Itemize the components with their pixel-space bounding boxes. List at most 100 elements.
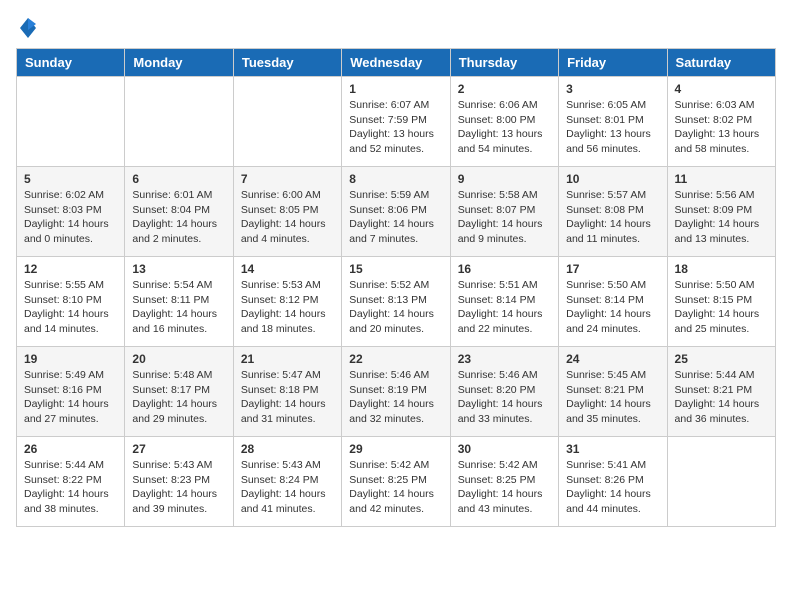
calendar-cell: 8 Sunrise: 5:59 AMSunset: 8:06 PMDaylight…	[342, 167, 450, 257]
logo-icon	[18, 16, 38, 40]
day-number: 25	[675, 352, 768, 366]
calendar-cell: 17Sunrise: 5:50 AMSunset: 8:14 PMDayligh…	[559, 257, 667, 347]
day-number: 6	[132, 172, 225, 186]
day-number: 26	[24, 442, 117, 456]
page-header	[16, 16, 776, 40]
day-info: Sunrise: 5:41 AMSunset: 8:26 PMDaylight:…	[566, 458, 659, 517]
calendar-cell: 20Sunrise: 5:48 AMSunset: 8:17 PMDayligh…	[125, 347, 233, 437]
day-info: Sunrise: 6:06 AMSunset: 8:00 PMDaylight:…	[458, 98, 551, 157]
col-header-tuesday: Tuesday	[233, 49, 341, 77]
calendar-week-row: 12 Sunrise: 5:55 AMSunset: 8:10 PMDayligh…	[17, 257, 776, 347]
calendar-week-row: 26 Sunrise: 5:44 AMSunset: 8:22 PMDayligh…	[17, 437, 776, 527]
calendar-cell: 4 Sunrise: 6:03 AMSunset: 8:02 PMDaylight…	[667, 77, 775, 167]
day-number: 10	[566, 172, 659, 186]
calendar-cell: 29Sunrise: 5:42 AMSunset: 8:25 PMDayligh…	[342, 437, 450, 527]
day-number: 12	[24, 262, 117, 276]
logo	[16, 16, 38, 40]
day-number: 1	[349, 82, 442, 96]
calendar-cell	[667, 437, 775, 527]
calendar-cell: 10Sunrise: 5:57 AMSunset: 8:08 PMDayligh…	[559, 167, 667, 257]
day-number: 2	[458, 82, 551, 96]
calendar-cell: 6 Sunrise: 6:01 AMSunset: 8:04 PMDaylight…	[125, 167, 233, 257]
calendar-cell: 2 Sunrise: 6:06 AMSunset: 8:00 PMDaylight…	[450, 77, 558, 167]
day-number: 28	[241, 442, 334, 456]
day-number: 21	[241, 352, 334, 366]
calendar-cell: 31Sunrise: 5:41 AMSunset: 8:26 PMDayligh…	[559, 437, 667, 527]
day-number: 16	[458, 262, 551, 276]
col-header-sunday: Sunday	[17, 49, 125, 77]
day-number: 4	[675, 82, 768, 96]
day-info: Sunrise: 5:56 AMSunset: 8:09 PMDaylight:…	[675, 188, 768, 247]
day-number: 8	[349, 172, 442, 186]
calendar-cell: 15 Sunrise: 5:52 AMSunset: 8:13 PMDayligh…	[342, 257, 450, 347]
calendar-cell: 5 Sunrise: 6:02 AMSunset: 8:03 PMDaylight…	[17, 167, 125, 257]
day-info: Sunrise: 5:42 AMSunset: 8:25 PMDaylight:…	[458, 458, 551, 517]
calendar-cell: 23 Sunrise: 5:46 AMSunset: 8:20 PMDayligh…	[450, 347, 558, 437]
col-header-thursday: Thursday	[450, 49, 558, 77]
calendar-week-row: 5 Sunrise: 6:02 AMSunset: 8:03 PMDaylight…	[17, 167, 776, 257]
day-number: 13	[132, 262, 225, 276]
day-number: 11	[675, 172, 768, 186]
calendar-cell: 28 Sunrise: 5:43 AMSunset: 8:24 PMDayligh…	[233, 437, 341, 527]
calendar-cell: 14Sunrise: 5:53 AMSunset: 8:12 PMDayligh…	[233, 257, 341, 347]
day-info: Sunrise: 5:43 AMSunset: 8:23 PMDaylight:…	[132, 458, 225, 517]
day-info: Sunrise: 5:58 AMSunset: 8:07 PMDaylight:…	[458, 188, 551, 247]
day-number: 7	[241, 172, 334, 186]
calendar-cell: 27 Sunrise: 5:43 AMSunset: 8:23 PMDayligh…	[125, 437, 233, 527]
day-number: 18	[675, 262, 768, 276]
day-number: 27	[132, 442, 225, 456]
day-number: 19	[24, 352, 117, 366]
day-number: 5	[24, 172, 117, 186]
day-number: 17	[566, 262, 659, 276]
day-info: Sunrise: 5:42 AMSunset: 8:25 PMDaylight:…	[349, 458, 442, 517]
calendar-cell: 9 Sunrise: 5:58 AMSunset: 8:07 PMDaylight…	[450, 167, 558, 257]
day-info: Sunrise: 5:46 AMSunset: 8:20 PMDaylight:…	[458, 368, 551, 427]
col-header-saturday: Saturday	[667, 49, 775, 77]
day-info: Sunrise: 6:05 AMSunset: 8:01 PMDaylight:…	[566, 98, 659, 157]
calendar-cell: 21Sunrise: 5:47 AMSunset: 8:18 PMDayligh…	[233, 347, 341, 437]
calendar-cell	[125, 77, 233, 167]
day-info: Sunrise: 5:55 AMSunset: 8:10 PMDaylight:…	[24, 278, 117, 337]
day-info: Sunrise: 5:52 AMSunset: 8:13 PMDaylight:…	[349, 278, 442, 337]
day-number: 22	[349, 352, 442, 366]
day-info: Sunrise: 5:49 AMSunset: 8:16 PMDaylight:…	[24, 368, 117, 427]
day-info: Sunrise: 6:07 AMSunset: 7:59 PMDaylight:…	[349, 98, 442, 157]
calendar-cell: 3 Sunrise: 6:05 AMSunset: 8:01 PMDaylight…	[559, 77, 667, 167]
calendar-cell	[233, 77, 341, 167]
day-info: Sunrise: 5:48 AMSunset: 8:17 PMDaylight:…	[132, 368, 225, 427]
day-number: 9	[458, 172, 551, 186]
calendar-cell: 7 Sunrise: 6:00 AMSunset: 8:05 PMDaylight…	[233, 167, 341, 257]
col-header-wednesday: Wednesday	[342, 49, 450, 77]
calendar-cell: 13 Sunrise: 5:54 AMSunset: 8:11 PMDayligh…	[125, 257, 233, 347]
day-info: Sunrise: 5:43 AMSunset: 8:24 PMDaylight:…	[241, 458, 334, 517]
calendar-cell: 24 Sunrise: 5:45 AMSunset: 8:21 PMDayligh…	[559, 347, 667, 437]
calendar-week-row: 19 Sunrise: 5:49 AMSunset: 8:16 PMDayligh…	[17, 347, 776, 437]
day-info: Sunrise: 6:01 AMSunset: 8:04 PMDaylight:…	[132, 188, 225, 247]
day-info: Sunrise: 5:45 AMSunset: 8:21 PMDaylight:…	[566, 368, 659, 427]
col-header-monday: Monday	[125, 49, 233, 77]
calendar-cell: 16Sunrise: 5:51 AMSunset: 8:14 PMDayligh…	[450, 257, 558, 347]
day-info: Sunrise: 6:00 AMSunset: 8:05 PMDaylight:…	[241, 188, 334, 247]
day-info: Sunrise: 5:53 AMSunset: 8:12 PMDaylight:…	[241, 278, 334, 337]
day-number: 24	[566, 352, 659, 366]
day-info: Sunrise: 5:54 AMSunset: 8:11 PMDaylight:…	[132, 278, 225, 337]
calendar-cell: 26 Sunrise: 5:44 AMSunset: 8:22 PMDayligh…	[17, 437, 125, 527]
day-number: 23	[458, 352, 551, 366]
calendar-cell: 19 Sunrise: 5:49 AMSunset: 8:16 PMDayligh…	[17, 347, 125, 437]
day-info: Sunrise: 6:02 AMSunset: 8:03 PMDaylight:…	[24, 188, 117, 247]
calendar-week-row: 1 Sunrise: 6:07 AMSunset: 7:59 PMDaylight…	[17, 77, 776, 167]
calendar-header-row: SundayMondayTuesdayWednesdayThursdayFrid…	[17, 49, 776, 77]
day-info: Sunrise: 5:50 AMSunset: 8:15 PMDaylight:…	[675, 278, 768, 337]
calendar-cell	[17, 77, 125, 167]
day-info: Sunrise: 5:44 AMSunset: 8:22 PMDaylight:…	[24, 458, 117, 517]
day-info: Sunrise: 6:03 AMSunset: 8:02 PMDaylight:…	[675, 98, 768, 157]
calendar-cell: 18 Sunrise: 5:50 AMSunset: 8:15 PMDayligh…	[667, 257, 775, 347]
calendar-cell: 25 Sunrise: 5:44 AMSunset: 8:21 PMDayligh…	[667, 347, 775, 437]
calendar-cell: 11 Sunrise: 5:56 AMSunset: 8:09 PMDayligh…	[667, 167, 775, 257]
day-info: Sunrise: 5:46 AMSunset: 8:19 PMDaylight:…	[349, 368, 442, 427]
day-number: 3	[566, 82, 659, 96]
day-number: 15	[349, 262, 442, 276]
day-info: Sunrise: 5:44 AMSunset: 8:21 PMDaylight:…	[675, 368, 768, 427]
col-header-friday: Friday	[559, 49, 667, 77]
day-info: Sunrise: 5:59 AMSunset: 8:06 PMDaylight:…	[349, 188, 442, 247]
